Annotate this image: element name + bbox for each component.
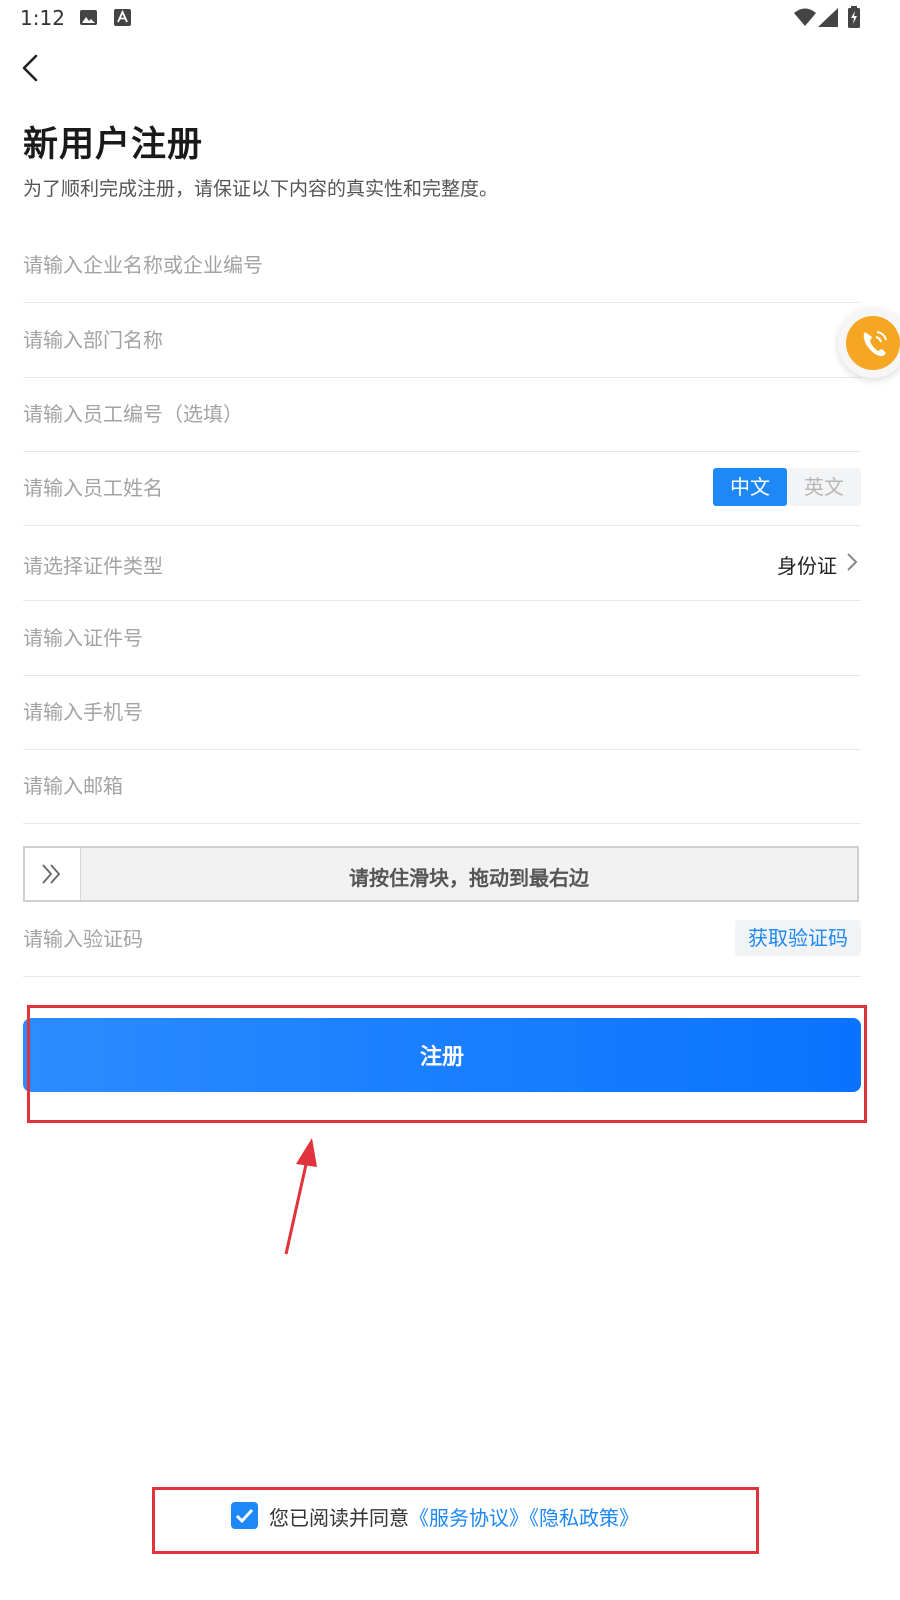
lang-chinese-option[interactable]: 中文	[713, 468, 787, 506]
red-arrow-annotation	[284, 1138, 317, 1255]
name-language-toggle: 中文 英文	[713, 468, 861, 506]
id-type-value: 身份证	[777, 554, 837, 578]
back-button[interactable]	[14, 48, 50, 88]
slider-hint: 请按住滑块，拖动到最右边	[349, 866, 589, 890]
phone-icon	[863, 331, 887, 357]
id-type-label: 请选择证件类型	[23, 554, 163, 578]
privacy-policy-link[interactable]: 《隐私政策》	[529, 1506, 639, 1530]
get-code-button[interactable]: 获取验证码	[735, 920, 861, 956]
service-agreement-link[interactable]: 《服务协议》	[409, 1506, 529, 1530]
department-input[interactable]	[23, 302, 643, 377]
email-input[interactable]	[23, 748, 643, 823]
department-row	[23, 302, 861, 378]
phone-row	[23, 674, 861, 750]
agreement-text: 您已阅读并同意《服务协议》《隐私政策》	[269, 1502, 639, 1531]
employee-id-input[interactable]	[23, 376, 643, 451]
agreement-checkbox[interactable]	[231, 1502, 258, 1529]
id-number-input[interactable]	[23, 600, 643, 675]
check-icon	[235, 1508, 254, 1524]
company-input[interactable]	[23, 227, 643, 302]
image-notification-icon	[80, 10, 97, 25]
employee-name-input[interactable]	[23, 450, 643, 525]
company-row	[23, 227, 861, 303]
register-highlight-box	[27, 1005, 867, 1123]
battery-charging-icon	[848, 6, 860, 28]
verification-code-row: 获取验证码	[23, 901, 861, 977]
phone-input[interactable]	[23, 674, 643, 749]
slider-handle[interactable]	[25, 848, 81, 900]
floating-call-button[interactable]	[838, 308, 900, 378]
employee-name-row: 中文 英文	[23, 450, 861, 526]
double-chevron-right-icon	[42, 864, 61, 884]
wifi-icon	[794, 8, 816, 26]
chevron-right-icon	[847, 553, 858, 571]
page-subtitle: 为了顺利完成注册，请保证以下内容的真实性和完整度。	[23, 178, 499, 200]
verification-code-input[interactable]	[23, 901, 623, 976]
employee-id-row	[23, 376, 861, 452]
email-row	[23, 748, 861, 824]
id-type-row[interactable]: 请选择证件类型 身份证	[23, 525, 861, 601]
status-bar: 1:12	[0, 0, 900, 36]
page-title: 新用户注册	[23, 125, 204, 165]
slider-captcha: 请按住滑块，拖动到最右边	[23, 846, 859, 902]
lang-english-option[interactable]: 英文	[787, 468, 861, 506]
id-number-row	[23, 600, 861, 676]
text-notification-icon	[114, 9, 131, 26]
agreement-prefix: 您已阅读并同意	[269, 1506, 409, 1530]
cellular-signal-icon	[818, 8, 838, 27]
status-time: 1:12	[20, 6, 65, 30]
